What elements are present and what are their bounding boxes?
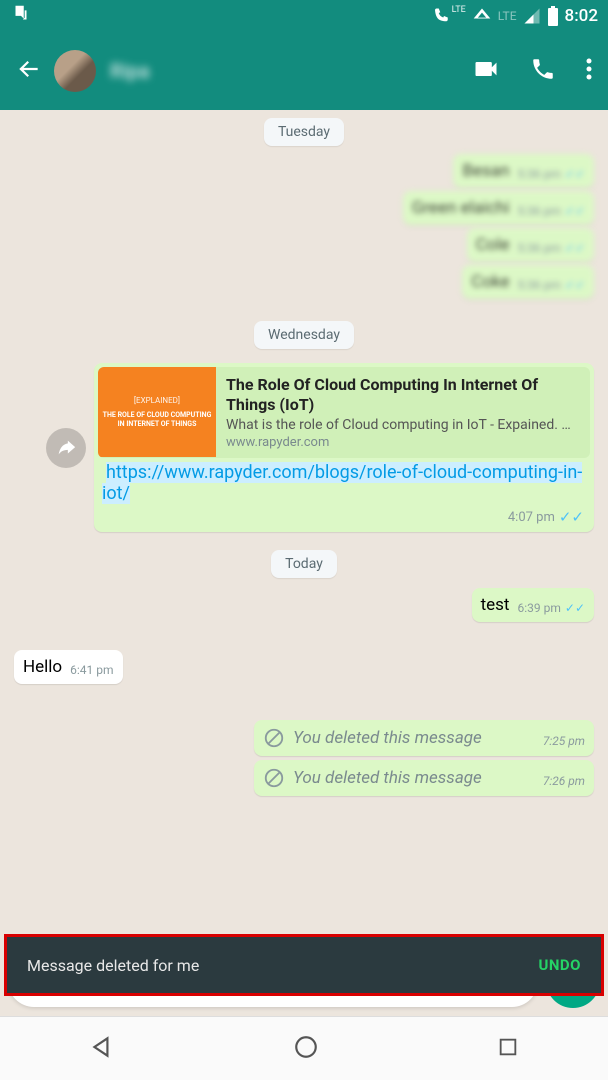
nav-recent-button[interactable] (497, 1036, 519, 1062)
video-call-button[interactable] (472, 55, 500, 87)
message-text: Besan (462, 161, 509, 181)
voice-call-button[interactable] (530, 56, 556, 86)
volte-icon (432, 7, 450, 25)
snackbar: Message deleted for me UNDO (4, 934, 604, 996)
message-text: test (481, 595, 510, 615)
avatar[interactable] (54, 50, 96, 92)
message-text: Green elaichi (412, 198, 510, 218)
read-ticks-icon: ✓✓ (565, 601, 585, 615)
message-text: Coke (471, 272, 509, 292)
read-ticks-icon: ✓✓ (565, 241, 585, 255)
clock: 8:02 (565, 6, 598, 26)
date-chip: Tuesday (264, 118, 344, 146)
lte-label-2: LTE (498, 9, 517, 23)
nav-home-button[interactable] (293, 1034, 319, 1064)
message-time: 7:25 pm (543, 734, 585, 748)
message-time: 5:36 pm (518, 241, 561, 255)
link-thumbnail: [EXPLAINED] THE ROLE OF CLOUD COMPUTING … (98, 367, 216, 457)
snackbar-message: Message deleted for me (27, 956, 199, 975)
lte-label-1: LTE (452, 5, 466, 15)
read-ticks-icon: ✓✓ (565, 278, 585, 292)
contact-name[interactable]: Ripa (110, 59, 472, 83)
more-menu-button[interactable] (586, 57, 592, 85)
prohibited-icon (263, 727, 285, 749)
wifi-icon (472, 6, 492, 26)
link-host: www.rapyder.com (226, 435, 580, 450)
message-time: 5:36 pm (518, 278, 561, 292)
deleted-message-text: You deleted this message (293, 768, 482, 788)
read-ticks-icon: ✓✓ (565, 167, 585, 181)
message-time: 7:26 pm (543, 774, 585, 788)
battery-icon (547, 6, 559, 26)
message-time: 4:07 pm (508, 510, 555, 525)
notification-icon (10, 3, 32, 29)
prohibited-icon (263, 767, 285, 789)
back-button[interactable] (16, 56, 42, 86)
android-nav-bar (0, 1016, 608, 1080)
date-chip: Today (271, 550, 337, 578)
message-time: 5:36 pm (518, 204, 561, 218)
date-chip: Wednesday (254, 321, 354, 349)
nav-back-button[interactable] (89, 1034, 115, 1064)
read-ticks-icon: ✓✓ (565, 204, 585, 218)
message-time: 5:36 pm (518, 167, 561, 181)
link-title: The Role Of Cloud Computing In Internet … (226, 375, 580, 415)
link-preview-message[interactable]: [EXPLAINED] THE ROLE OF CLOUD COMPUTING … (94, 363, 594, 532)
undo-button[interactable]: UNDO (538, 956, 581, 974)
deleted-message-text: You deleted this message (293, 728, 482, 748)
message-time: 6:39 pm (518, 601, 561, 615)
signal-icon (523, 7, 541, 25)
app-bar: Ripa (0, 32, 608, 110)
message-text: Cole (476, 235, 510, 255)
read-ticks-icon: ✓✓ (559, 508, 584, 526)
link-url[interactable]: https://www.rapyder.com/blogs/role-of-cl… (102, 462, 582, 504)
message-time: 6:41 pm (70, 663, 113, 677)
forward-icon[interactable] (46, 428, 86, 468)
chat-area[interactable]: Tuesday Besan 5:36 pm ✓✓ Green elaichi 5:36… (0, 110, 608, 932)
link-description: What is the role of Cloud computing in I… (226, 417, 580, 433)
message-text: Hello (23, 657, 62, 677)
status-bar: LTE LTE 8:02 (0, 0, 608, 32)
